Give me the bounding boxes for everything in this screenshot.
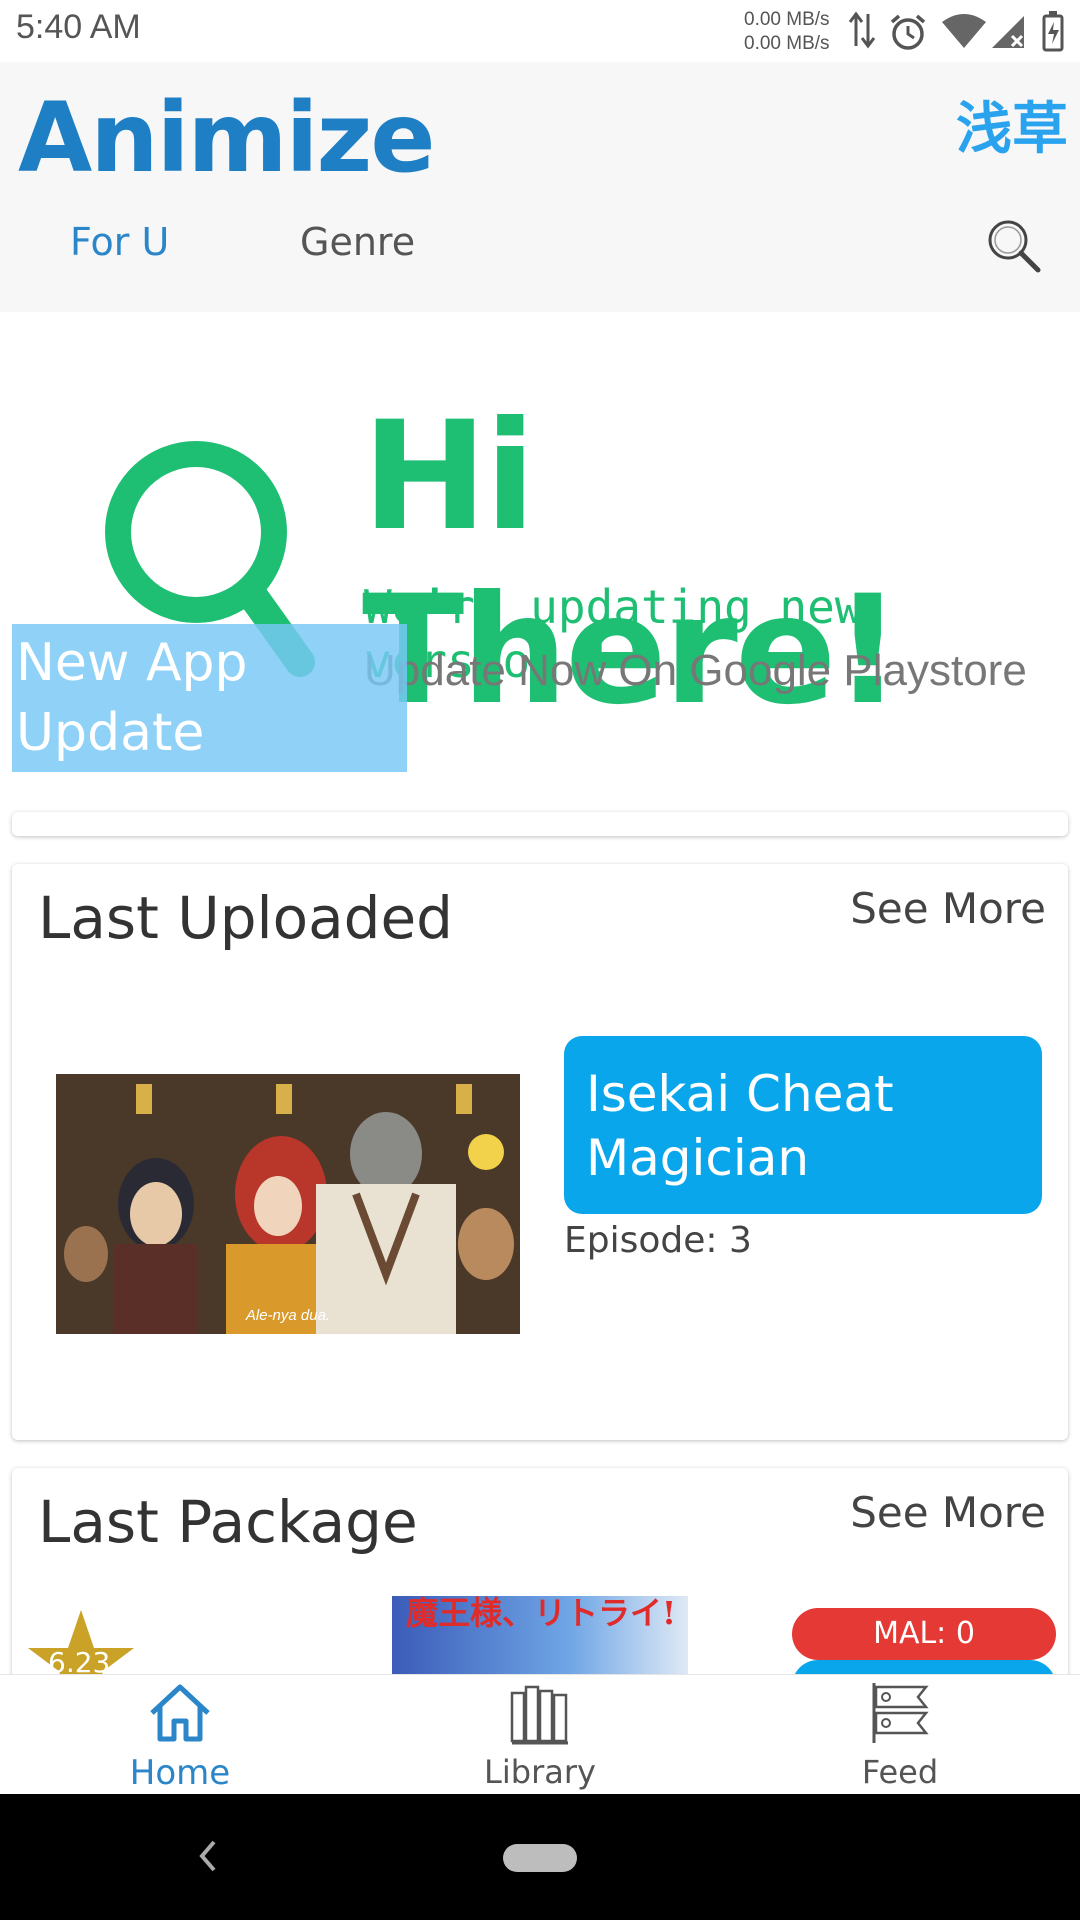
app-logo: Animize [18, 82, 435, 194]
update-banner[interactable]: Hi There! We’re updating new version ! U… [0, 312, 1080, 782]
nav-feed[interactable]: Feed [780, 1675, 1020, 1795]
battery-charging-icon [1042, 11, 1064, 52]
nav-home-label: Home [129, 1753, 231, 1793]
search-icon[interactable] [986, 218, 1042, 274]
data-transfer-icon [848, 11, 876, 49]
header-kanji[interactable]: 浅草 [956, 84, 1068, 165]
home-pill-icon[interactable] [503, 1844, 577, 1872]
alarm-icon [890, 14, 926, 50]
anime-title-button[interactable]: Isekai Cheat Magician [564, 1036, 1042, 1214]
see-more-button[interactable]: See More [850, 884, 1046, 933]
episode-number: Episode: 3 [564, 1220, 752, 1261]
library-icon [510, 1685, 568, 1745]
thumbnail-caption: Ale-nya dua. [245, 1307, 331, 1324]
last-uploaded-card: Last Uploaded See More Ale-nya dua. Isek… [12, 864, 1068, 1440]
last-package-card: Last Package See More 6.23 魔王様、リトライ! MAL… [12, 1468, 1068, 1688]
anime-scene-image [56, 1074, 520, 1334]
mal-score-badge: MAL: 0 [792, 1608, 1056, 1660]
nav-library[interactable]: Library [420, 1675, 660, 1795]
speed-up: 0.00 MB/s [744, 9, 830, 30]
nav-library-label: Library [484, 1753, 596, 1791]
wifi-icon [942, 14, 986, 48]
network-speed: 0.00 MB/s 0.00 MB/s [744, 8, 830, 56]
cell-signal-icon [992, 16, 1024, 48]
empty-card [12, 812, 1068, 836]
tab-genre[interactable]: Genre [300, 220, 415, 264]
status-bar: 5:40 AM 0.00 MB/s 0.00 MB/s [0, 0, 1080, 62]
section-title: Last Uploaded [38, 884, 453, 952]
system-navigation-bar [0, 1794, 1080, 1920]
home-icon [150, 1684, 210, 1742]
nav-feed-label: Feed [861, 1753, 939, 1791]
episode-thumbnail[interactable]: Ale-nya dua. [56, 1074, 520, 1334]
section-title: Last Package [38, 1488, 418, 1556]
bottom-navigation: Home Library Feed [0, 1674, 1080, 1795]
status-time: 5:40 AM [16, 8, 141, 46]
feed-icon [872, 1683, 929, 1743]
tab-for-u[interactable]: For U [70, 220, 169, 264]
nav-home[interactable]: Home [60, 1675, 300, 1795]
banner-cta: Update Now On Google Playstore [364, 646, 1027, 695]
see-more-button[interactable]: See More [850, 1488, 1046, 1537]
back-icon[interactable] [196, 1838, 220, 1874]
poster-title: 魔王様、リトライ! [406, 1596, 677, 1632]
speed-down: 0.00 MB/s [744, 33, 830, 54]
new-app-update-label[interactable]: New App Update [12, 624, 407, 772]
app-header: Animize 浅草 For U Genre [0, 62, 1080, 312]
